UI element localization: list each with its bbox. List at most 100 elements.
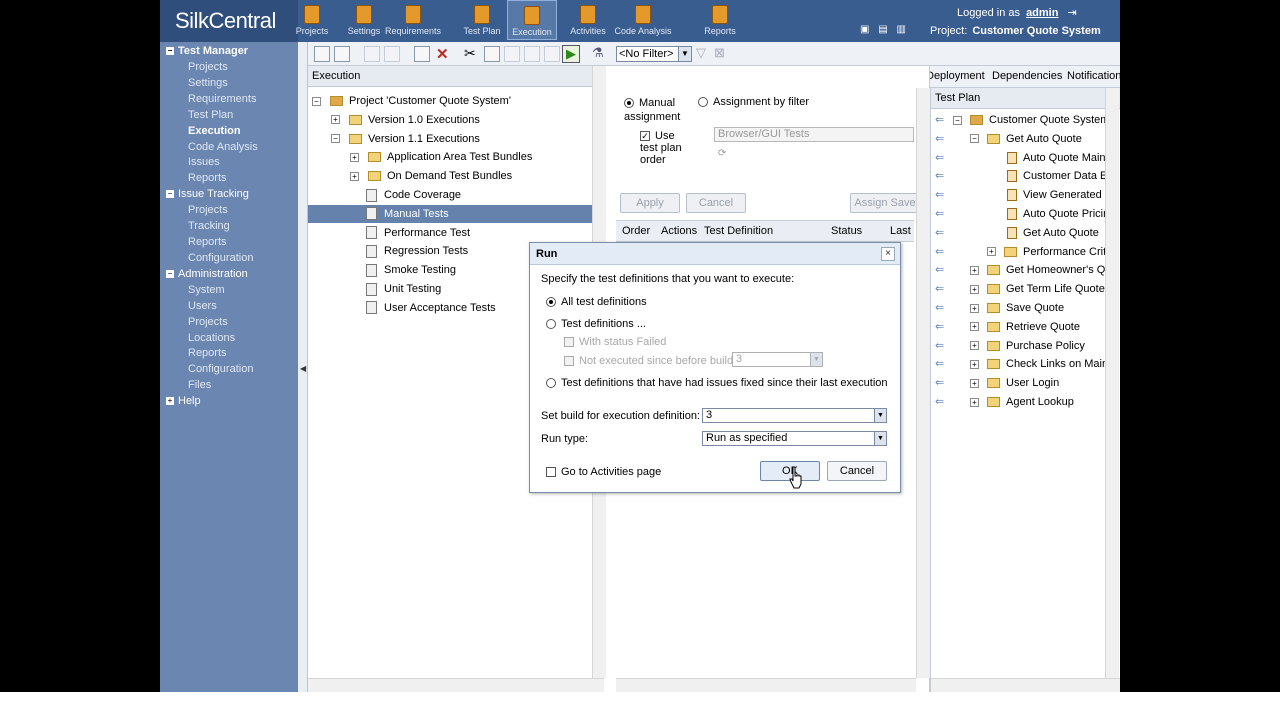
- tree-row[interactable]: + Version 1.0 Executions: [308, 111, 592, 129]
- close-icon[interactable]: ×: [881, 247, 895, 261]
- assign-arrow-icon[interactable]: ⇐: [935, 132, 945, 145]
- column-test-definition[interactable]: Test Definition: [704, 225, 773, 237]
- assigned-vscrollbar[interactable]: [916, 88, 930, 678]
- expand-icon[interactable]: +: [970, 322, 979, 332]
- run-type-select[interactable]: Run as specified ▼: [702, 431, 887, 446]
- assign-arrow-icon[interactable]: ⇐: [935, 320, 945, 333]
- execution-hscrollbar[interactable]: [308, 678, 604, 692]
- collapse-icon[interactable]: −: [331, 134, 340, 144]
- chevron-down-icon[interactable]: ▼: [678, 47, 691, 61]
- test-plan-row[interactable]: ⇐ + Get Term Life Quote: [935, 282, 1105, 295]
- copy-icon[interactable]: [364, 46, 380, 62]
- assign-arrow-icon[interactable]: ⇐: [935, 113, 945, 126]
- move-icon[interactable]: [544, 46, 560, 62]
- collapse-icon[interactable]: −: [953, 115, 962, 125]
- sidebar-section-issue-tracking[interactable]: − Issue Tracking: [166, 188, 249, 200]
- filter-icon[interactable]: ⚗: [592, 45, 604, 61]
- assign-arrow-icon[interactable]: ⇐: [935, 357, 945, 370]
- test-plan-row[interactable]: ⇐ Auto Quote Main: [935, 151, 1105, 164]
- sidebar-item-execution[interactable]: Execution: [188, 125, 241, 137]
- logout-icon[interactable]: ⇥: [1068, 7, 1077, 19]
- info-icon[interactable]: ▣: [860, 24, 869, 35]
- sidebar-section-test-manager[interactable]: − Test Manager: [166, 45, 248, 57]
- assign-saved-button[interactable]: Assign Save: [850, 193, 920, 213]
- expand-icon[interactable]: +: [970, 397, 979, 407]
- tree-row-selected[interactable]: Manual Tests: [308, 204, 592, 223]
- tab-notification[interactable]: Notification: [1067, 70, 1120, 82]
- run-icon[interactable]: ▶: [562, 45, 580, 63]
- with-failed-option[interactable]: With status Failed: [564, 336, 666, 348]
- sidebar-item-requirements[interactable]: Requirements: [188, 93, 256, 105]
- column-actions[interactable]: Actions: [661, 225, 697, 237]
- chevron-down-icon[interactable]: ▼: [810, 353, 822, 366]
- test-plan-row[interactable]: ⇐ Auto Quote Pricin: [935, 207, 1105, 221]
- goto-activities-checkbox[interactable]: [546, 467, 556, 478]
- tab-dependencies[interactable]: Dependencies: [992, 70, 1062, 82]
- cancel-button[interactable]: Cancel: [827, 461, 887, 481]
- all-definitions-option[interactable]: All test definitions: [546, 296, 647, 308]
- expand-icon[interactable]: +: [350, 171, 359, 181]
- expand-icon[interactable]: +: [331, 115, 340, 125]
- print-icon[interactable]: ▥: [896, 24, 905, 35]
- assign-arrow-icon[interactable]: ⇐: [935, 226, 945, 239]
- use-test-plan-order-checkbox[interactable]: ✓: [640, 131, 650, 142]
- refresh-icon[interactable]: ⟳: [718, 148, 726, 159]
- sidebar-item-projects[interactable]: Projects: [188, 204, 228, 216]
- cancel-assign-button[interactable]: Cancel: [686, 193, 746, 213]
- tree-row[interactable]: + On Demand Test Bundles: [308, 167, 592, 185]
- paste-icon[interactable]: [384, 46, 400, 62]
- edit-icon[interactable]: [414, 46, 430, 62]
- expand-icon[interactable]: +: [970, 284, 979, 294]
- subset-definitions-radio[interactable]: [546, 319, 556, 330]
- with-failed-checkbox[interactable]: [564, 337, 574, 348]
- not-executed-build-select[interactable]: 3 ▼: [732, 352, 823, 367]
- copy2-icon[interactable]: [484, 46, 500, 62]
- delete-icon[interactable]: ✕: [436, 45, 449, 63]
- filter-assignment-option[interactable]: Assignment by filter: [698, 96, 809, 108]
- sidebar-item-files[interactable]: Files: [188, 379, 211, 391]
- nav-settings[interactable]: Settings: [344, 0, 384, 40]
- apply-button[interactable]: Apply: [620, 193, 680, 213]
- assign-arrow-icon[interactable]: ⇐: [935, 395, 945, 408]
- sidebar-item-settings[interactable]: Settings: [188, 77, 228, 89]
- test-plan-vscrollbar[interactable]: [1105, 88, 1119, 678]
- test-plan-row[interactable]: ⇐ − Get Auto Quote: [935, 132, 1105, 145]
- tree-row[interactable]: Code Coverage: [308, 186, 592, 204]
- not-executed-checkbox[interactable]: [564, 356, 574, 367]
- assign-arrow-icon[interactable]: ⇐: [935, 151, 945, 164]
- test-plan-row[interactable]: ⇐ Get Auto Quote: [935, 226, 1105, 239]
- filter-select[interactable]: <No Filter> ▼: [616, 46, 692, 62]
- chevron-down-icon[interactable]: ▼: [874, 409, 886, 422]
- sidebar-item-reports[interactable]: Reports: [188, 347, 227, 359]
- sidebar-item-reports[interactable]: Reports: [188, 172, 227, 184]
- sidebar-item-issues[interactable]: Issues: [188, 156, 220, 168]
- expand-icon[interactable]: +: [350, 152, 359, 162]
- sidebar-item-configuration[interactable]: Configuration: [188, 252, 253, 264]
- test-plan-hscrollbar[interactable]: [931, 678, 1120, 692]
- collapse-icon[interactable]: −: [312, 96, 321, 106]
- new-execution-icon[interactable]: [334, 46, 350, 62]
- tree-row[interactable]: Performance Test: [308, 224, 592, 242]
- nav-code-analysis[interactable]: Code Analysis: [610, 0, 676, 40]
- collapse-icon[interactable]: −: [166, 190, 174, 199]
- assign-arrow-icon[interactable]: ⇐: [935, 245, 945, 258]
- nav-projects[interactable]: Projects: [292, 0, 332, 40]
- paste2-icon[interactable]: [504, 46, 520, 62]
- assign-arrow-icon[interactable]: ⇐: [935, 207, 945, 220]
- sidebar-item-projects[interactable]: Projects: [188, 61, 228, 73]
- sidebar-section-administration[interactable]: − Administration: [166, 268, 248, 280]
- test-plan-row[interactable]: ⇐ − Customer Quote System: [935, 113, 1105, 126]
- use-test-plan-order-option[interactable]: ✓ Use test plan order: [640, 130, 684, 166]
- assign-arrow-icon[interactable]: ⇐: [935, 282, 945, 295]
- filter-assignment-radio[interactable]: [698, 97, 708, 108]
- collapse-icon[interactable]: −: [166, 47, 174, 56]
- cut-icon[interactable]: ✂: [464, 45, 476, 62]
- collapse-icon[interactable]: −: [166, 269, 174, 278]
- build-select[interactable]: 3 ▼: [702, 408, 887, 423]
- user-link[interactable]: admin: [1026, 7, 1058, 19]
- tab-deployment[interactable]: Deployment: [926, 70, 985, 82]
- expand-icon[interactable]: +: [166, 397, 174, 406]
- subset-definitions-option[interactable]: Test definitions ...: [546, 318, 646, 330]
- paste3-icon[interactable]: [524, 46, 540, 62]
- test-plan-row[interactable]: ⇐ + User Login: [935, 376, 1105, 389]
